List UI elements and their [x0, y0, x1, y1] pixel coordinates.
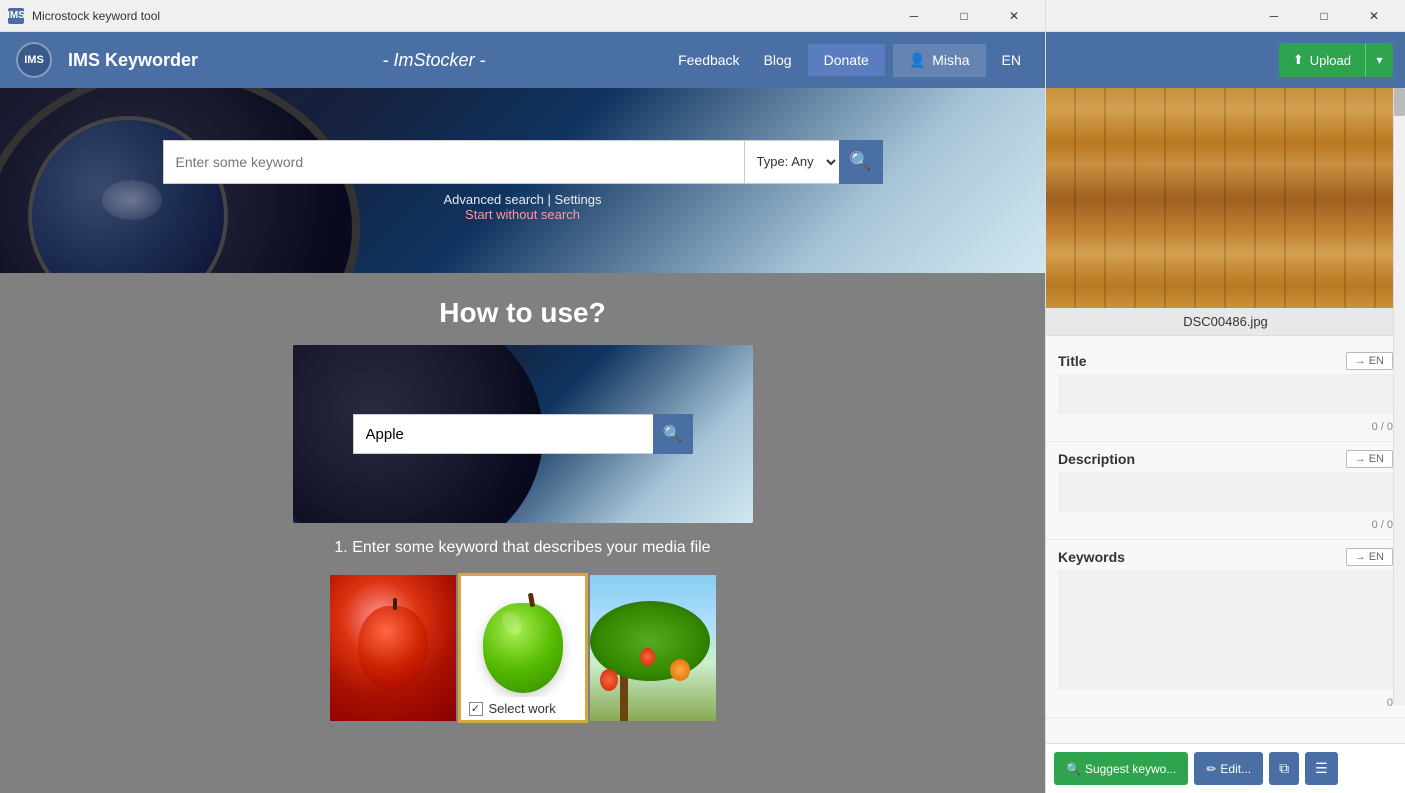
file-name-bar: DSC00486.jpg	[1046, 308, 1405, 336]
blog-link[interactable]: Blog	[756, 48, 800, 72]
pencil-icon: ✏	[1206, 762, 1216, 776]
hero-search-area: Type: Any 🔍 Advanced search | Settings S…	[163, 140, 883, 222]
keywords-label: Keywords	[1058, 549, 1125, 565]
suggest-keywords-button[interactable]: 🔍 Suggest keywo...	[1054, 752, 1188, 785]
description-counter: 0 / 0	[1058, 519, 1393, 531]
title-counter: 0 / 0	[1058, 421, 1393, 433]
close-button[interactable]: ✕	[991, 2, 1037, 30]
right-title-bar: ─ □ ✕	[1046, 0, 1405, 32]
search-icon: 🔍	[849, 151, 871, 172]
description-textarea[interactable]	[1058, 472, 1393, 512]
title-bar: IMS Microstock keyword tool ─ □ ✕	[0, 0, 1045, 32]
demo-search-row: 🔍	[353, 414, 693, 454]
nav-right: Feedback Blog Donate 👤 Misha EN	[670, 44, 1029, 77]
demo-search-button[interactable]: 🔍	[653, 414, 693, 454]
language-selector[interactable]: EN	[994, 48, 1029, 72]
nav-bar: IMS IMS Keyworder - ImStocker - Feedback…	[0, 32, 1045, 88]
title-bar-controls: ─ □ ✕	[891, 2, 1037, 30]
search-button[interactable]: 🔍	[839, 140, 883, 184]
main-app-window: IMS Microstock keyword tool ─ □ ✕ IMS IM…	[0, 0, 1045, 793]
right-scrollbar[interactable]	[1393, 88, 1405, 705]
keywords-textarea[interactable]	[1058, 570, 1393, 690]
hero-lens-highlight	[102, 180, 162, 220]
search-links: Advanced search | Settings Start without…	[163, 192, 883, 222]
feedback-link[interactable]: Feedback	[670, 48, 747, 72]
demo-search-input[interactable]	[353, 414, 653, 454]
fields-area: Title → EN 0 / 0 Description → EN 0 / 0 …	[1046, 336, 1405, 743]
keywords-counter: 0	[1058, 697, 1393, 709]
preview-image	[1046, 88, 1405, 308]
nav-logo: IMS	[16, 42, 52, 78]
description-field-header: Description → EN	[1058, 450, 1393, 468]
edit-label: Edit...	[1220, 762, 1251, 776]
title-label: Title	[1058, 353, 1087, 369]
keywords-en-button[interactable]: → EN	[1346, 548, 1393, 566]
title-field-header: Title → EN	[1058, 352, 1393, 370]
how-to-title: How to use?	[0, 273, 1045, 345]
user-label: Misha	[932, 52, 969, 68]
step-text: 1. Enter some keyword that describes you…	[0, 539, 1045, 557]
demo-search-icon: 🔍	[663, 424, 683, 444]
user-icon: 👤	[909, 52, 926, 69]
search-input[interactable]	[163, 140, 744, 184]
right-scrollbar-thumb	[1394, 88, 1405, 116]
title-field-row: Title → EN 0 / 0	[1046, 344, 1405, 442]
wood-texture	[1046, 88, 1405, 308]
nav-center: - ImStocker -	[214, 50, 654, 71]
user-button[interactable]: 👤 Misha	[893, 44, 986, 77]
minimize-button[interactable]: ─	[891, 2, 937, 30]
nav-brand: IMS Keyworder	[68, 50, 198, 71]
advanced-search-link[interactable]: Advanced search	[443, 192, 543, 207]
maximize-button[interactable]: □	[941, 2, 987, 30]
title-textarea[interactable]	[1058, 374, 1393, 414]
demo-search-box: 🔍	[293, 345, 753, 523]
start-without-search-link[interactable]: Start without search	[465, 207, 580, 222]
select-work-checkbox[interactable]: ✓	[469, 702, 483, 716]
suggest-icon: 🔍	[1066, 762, 1081, 776]
upload-dropdown-button[interactable]: ▾	[1365, 43, 1393, 77]
file-name: DSC00486.jpg	[1183, 314, 1268, 329]
menu-icon: ☰	[1315, 760, 1328, 776]
edit-button[interactable]: ✏ Edit...	[1194, 752, 1263, 785]
image-card-1[interactable]	[328, 573, 458, 723]
title-bar-text: Microstock keyword tool	[32, 9, 883, 23]
description-field-row: Description → EN 0 / 0	[1046, 442, 1405, 540]
right-panel: ─ □ ✕ ⬆ Upload ▾ DSC00486.jpg Title	[1045, 0, 1405, 793]
main-content: How to use? 🔍 1. Enter some keyword that…	[0, 273, 1045, 793]
image-card-2[interactable]: ✓ Select work	[458, 573, 588, 723]
keywords-field-row: Keywords → EN 0	[1046, 540, 1405, 718]
settings-link[interactable]: Settings	[555, 192, 602, 207]
bottom-toolbar: 🔍 Suggest keywo... ✏ Edit... ⧉ ☰	[1046, 743, 1405, 793]
chevron-down-icon: ▾	[1376, 53, 1382, 67]
description-en-button[interactable]: → EN	[1346, 450, 1393, 468]
app-icon-text: IMS	[7, 10, 25, 21]
search-row: Type: Any 🔍	[163, 140, 883, 184]
app-icon: IMS	[8, 8, 24, 24]
separator: |	[548, 192, 551, 207]
right-nav-bar: ⬆ Upload ▾	[1046, 32, 1405, 88]
keywords-field-header: Keywords → EN	[1058, 548, 1393, 566]
select-work-label: Select work	[489, 701, 556, 716]
donate-button[interactable]: Donate	[808, 44, 885, 76]
right-minimize-button[interactable]: ─	[1251, 2, 1297, 30]
suggest-label: Suggest keywo...	[1085, 762, 1176, 776]
copy-button[interactable]: ⧉	[1269, 752, 1299, 785]
description-label: Description	[1058, 451, 1135, 467]
copy-icon: ⧉	[1279, 760, 1289, 776]
select-work-overlay: ✓ Select work	[461, 697, 585, 720]
upload-icon: ⬆	[1293, 52, 1304, 68]
title-en-button[interactable]: → EN	[1346, 352, 1393, 370]
nav-logo-text: IMS	[24, 54, 44, 66]
right-close-button[interactable]: ✕	[1351, 2, 1397, 30]
upload-button[interactable]: ⬆ Upload	[1279, 43, 1365, 77]
hero-section: Type: Any 🔍 Advanced search | Settings S…	[0, 88, 1045, 273]
upload-label: Upload	[1310, 53, 1351, 68]
search-type-select[interactable]: Type: Any	[744, 140, 839, 184]
right-maximize-button[interactable]: □	[1301, 2, 1347, 30]
image-card-3[interactable]	[588, 573, 718, 723]
image-grid: ✓ Select work	[0, 573, 1045, 723]
menu-button[interactable]: ☰	[1305, 752, 1338, 785]
